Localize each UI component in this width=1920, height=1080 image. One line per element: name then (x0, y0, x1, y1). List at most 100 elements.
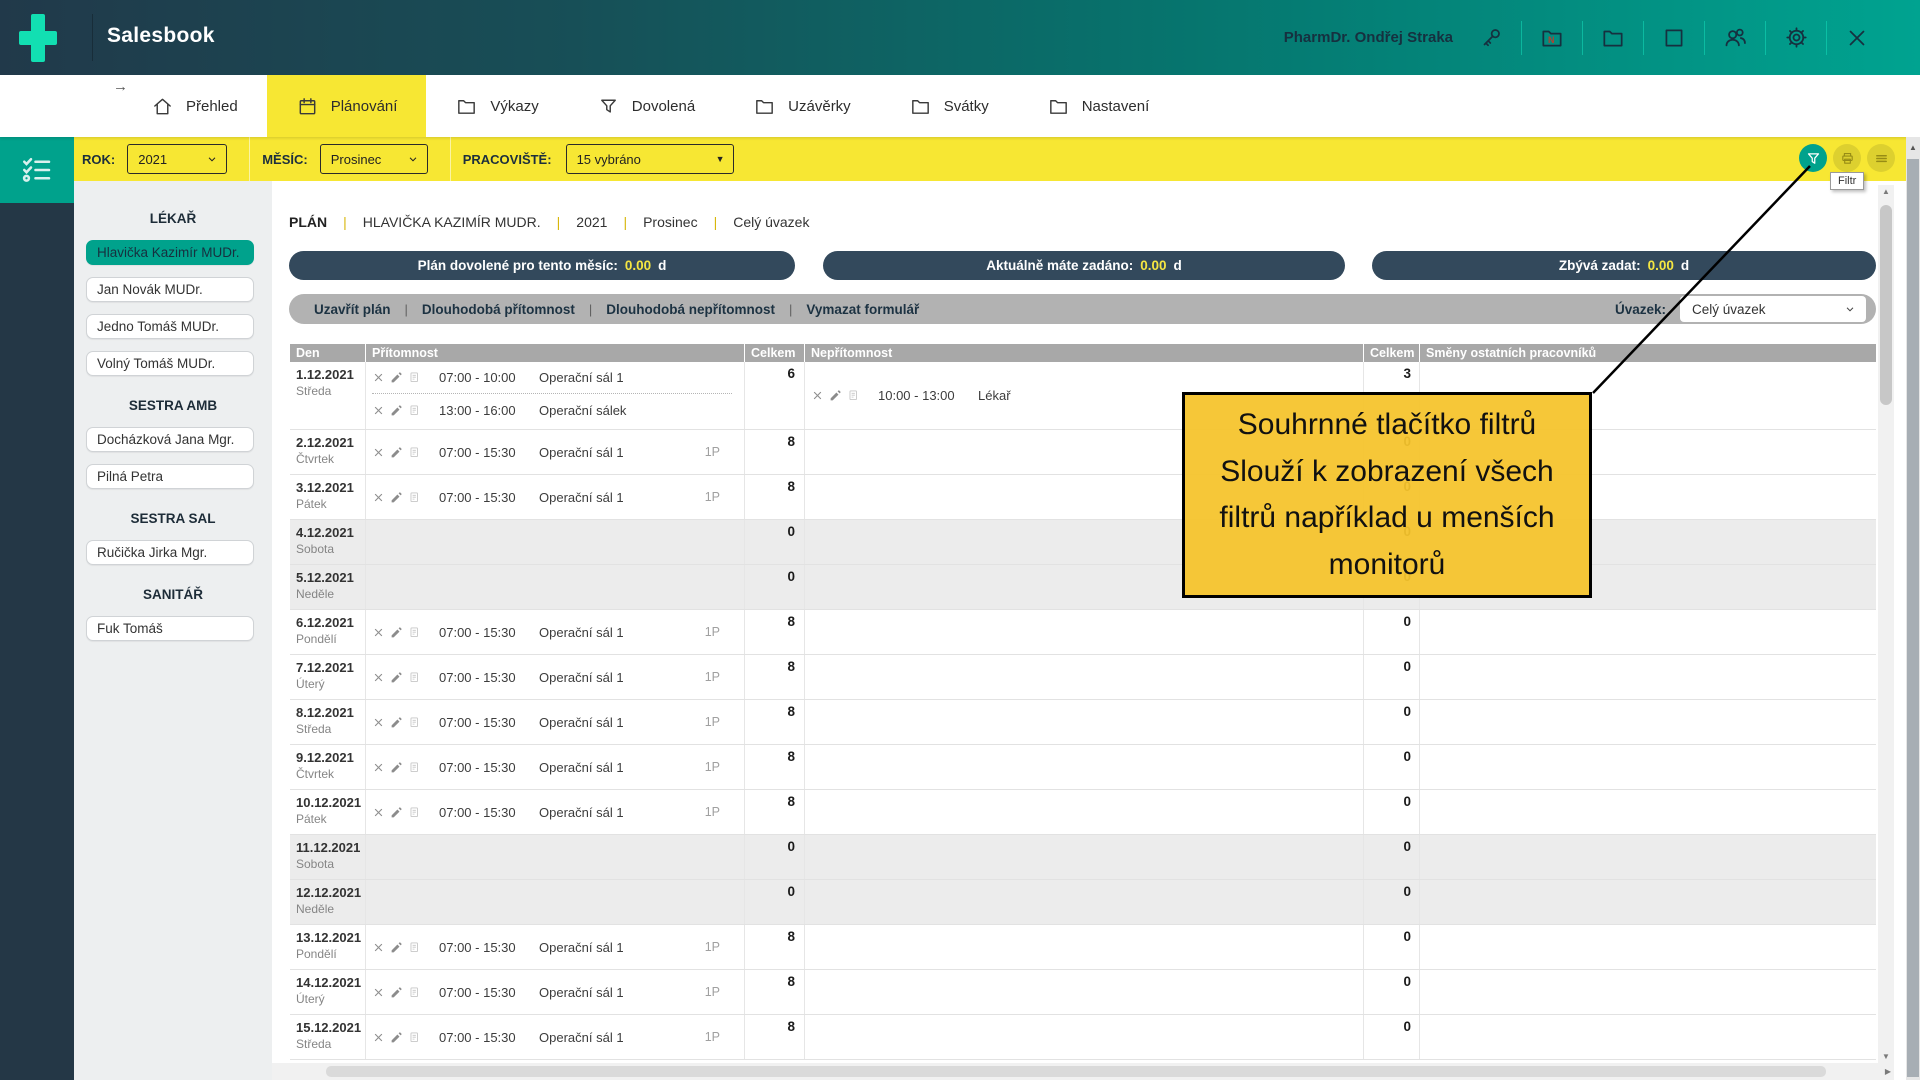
content-vertical-scrollbar[interactable]: ▲ ▼ (1878, 185, 1894, 1063)
copy-entry-icon[interactable] (408, 716, 421, 729)
absence-cell[interactable] (805, 925, 1364, 969)
other-shifts-cell[interactable] (1420, 835, 1876, 879)
tab-svatky[interactable]: Svátky (880, 75, 1018, 137)
other-shifts-cell[interactable] (1420, 925, 1876, 969)
edit-entry-icon[interactable] (390, 626, 403, 639)
delete-entry-icon[interactable] (372, 986, 385, 999)
staff-item[interactable]: Docházková Jana Mgr. (86, 427, 254, 452)
other-shifts-cell[interactable] (1420, 655, 1876, 699)
users-icon[interactable] (1721, 24, 1749, 52)
long-presence-button[interactable]: Dlouhodobá přítomnost (422, 302, 575, 317)
edit-entry-icon[interactable] (390, 716, 403, 729)
copy-entry-icon[interactable] (408, 761, 421, 774)
key-icon[interactable] (1477, 24, 1505, 52)
delete-entry-icon[interactable] (372, 626, 385, 639)
clear-form-button[interactable]: Vymazat formulář (806, 302, 919, 317)
staff-item[interactable]: Pilná Petra (86, 464, 254, 489)
copy-entry-icon[interactable] (408, 941, 421, 954)
copy-entry-icon[interactable] (408, 446, 421, 459)
other-shifts-cell[interactable] (1420, 610, 1876, 654)
presence-cell[interactable]: 07:00 - 15:30Operační sál 11P (366, 475, 745, 519)
edit-entry-icon[interactable] (390, 491, 403, 504)
close-icon[interactable] (1843, 24, 1871, 52)
delete-entry-icon[interactable] (372, 491, 385, 504)
gear-icon[interactable] (1782, 24, 1810, 52)
page-scrollbar[interactable]: ▲ (1906, 137, 1920, 1080)
delete-entry-icon[interactable] (372, 1031, 385, 1044)
presence-cell[interactable] (366, 520, 745, 564)
mesic-select[interactable]: Prosinec (320, 144, 428, 174)
staff-item[interactable]: Hlavička Kazimír MUDr. (86, 240, 254, 265)
edit-entry-icon[interactable] (390, 806, 403, 819)
scroll-up-icon[interactable]: ▲ (1906, 143, 1920, 152)
other-shifts-cell[interactable] (1420, 745, 1876, 789)
other-shifts-cell[interactable] (1420, 1015, 1876, 1059)
copy-entry-icon[interactable] (408, 404, 421, 417)
absence-cell[interactable] (805, 835, 1364, 879)
other-shifts-cell[interactable] (1420, 790, 1876, 834)
presence-cell[interactable] (366, 565, 745, 609)
presence-cell[interactable]: 07:00 - 15:30Operační sál 11P (366, 655, 745, 699)
edit-entry-icon[interactable] (829, 389, 842, 402)
edit-entry-icon[interactable] (390, 446, 403, 459)
tab-vykazy[interactable]: Výkazy (426, 75, 567, 137)
tab-dovolena[interactable]: Dovolená (568, 75, 724, 137)
edit-entry-icon[interactable] (390, 761, 403, 774)
content-horizontal-scrollbar[interactable]: ▶ (272, 1063, 1894, 1080)
edit-entry-icon[interactable] (390, 1031, 403, 1044)
presence-cell[interactable]: 07:00 - 15:30Operační sál 11P (366, 745, 745, 789)
edit-entry-icon[interactable] (390, 671, 403, 684)
staff-item[interactable]: Volný Tomáš MUDr. (86, 351, 254, 376)
edit-entry-icon[interactable] (390, 404, 403, 417)
close-plan-button[interactable]: Uzavřít plán (314, 302, 391, 317)
copy-entry-icon[interactable] (408, 671, 421, 684)
staff-item[interactable]: Jedno Tomáš MUDr. (86, 314, 254, 339)
filter-summary-button[interactable] (1799, 144, 1827, 172)
staff-item[interactable]: Jan Novák MUDr. (86, 277, 254, 302)
presence-cell[interactable]: 07:00 - 15:30Operační sál 11P (366, 790, 745, 834)
presence-cell[interactable]: 07:00 - 15:30Operační sál 11P (366, 610, 745, 654)
other-shifts-cell[interactable] (1420, 700, 1876, 744)
presence-cell[interactable]: 07:00 - 15:30Operační sál 11P (366, 970, 745, 1014)
edit-entry-icon[interactable] (390, 941, 403, 954)
tab-prehled[interactable]: Přehled (122, 75, 267, 137)
scrollbar-thumb[interactable] (1907, 159, 1919, 1077)
pracoviste-select[interactable]: 15 vybráno ▼ (566, 144, 734, 174)
copy-entry-icon[interactable] (408, 626, 421, 639)
copy-entry-icon[interactable] (408, 806, 421, 819)
uvazek-select[interactable]: Celý úvazek (1680, 296, 1866, 322)
staff-item[interactable]: Ručička Jirka Mgr. (86, 540, 254, 565)
other-shifts-cell[interactable] (1420, 880, 1876, 924)
delete-entry-icon[interactable] (372, 941, 385, 954)
absence-cell[interactable] (805, 790, 1364, 834)
other-shifts-cell[interactable] (1420, 970, 1876, 1014)
absence-cell[interactable] (805, 610, 1364, 654)
presence-cell[interactable]: 07:00 - 15:30Operační sál 11P (366, 1015, 745, 1059)
checklist-toggle-button[interactable] (0, 137, 74, 203)
filter-menu-button[interactable] (1867, 144, 1895, 172)
delete-entry-icon[interactable] (372, 446, 385, 459)
delete-entry-icon[interactable] (811, 389, 824, 402)
scrollbar-thumb[interactable] (326, 1066, 1826, 1077)
delete-entry-icon[interactable] (372, 761, 385, 774)
scroll-down-icon[interactable]: ▼ (1878, 1052, 1894, 1061)
presence-cell[interactable] (366, 835, 745, 879)
copy-entry-icon[interactable] (408, 1031, 421, 1044)
delete-entry-icon[interactable] (372, 404, 385, 417)
copy-entry-icon[interactable] (408, 986, 421, 999)
presence-cell[interactable]: 07:00 - 15:30Operační sál 11P (366, 925, 745, 969)
square-icon[interactable] (1660, 24, 1688, 52)
delete-entry-icon[interactable] (372, 371, 385, 384)
absence-cell[interactable] (805, 970, 1364, 1014)
folder-n-icon[interactable]: N (1538, 24, 1566, 52)
absence-cell[interactable] (805, 700, 1364, 744)
copy-entry-icon[interactable] (408, 371, 421, 384)
rok-select[interactable]: 2021 (127, 144, 227, 174)
edit-entry-icon[interactable] (390, 986, 403, 999)
folder-icon[interactable] (1599, 24, 1627, 52)
copy-entry-icon[interactable] (408, 491, 421, 504)
edit-entry-icon[interactable] (390, 371, 403, 384)
long-absence-button[interactable]: Dlouhodobá nepřítomnost (606, 302, 775, 317)
staff-item[interactable]: Fuk Tomáš (86, 616, 254, 641)
scroll-right-icon[interactable]: ▶ (1885, 1067, 1891, 1076)
